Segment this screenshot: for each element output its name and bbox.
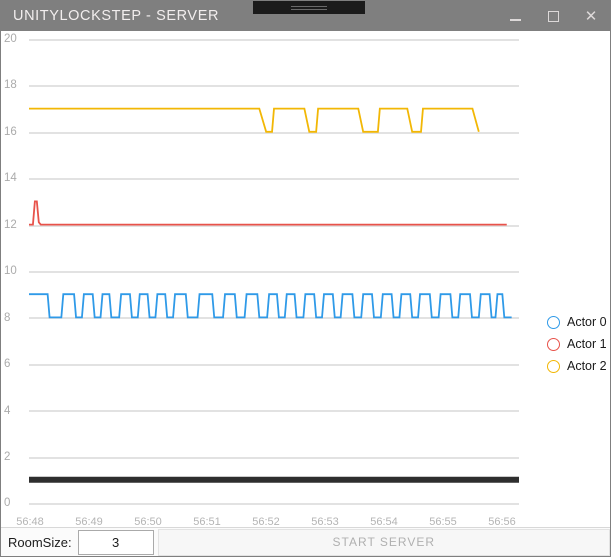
legend-marker-icon (547, 315, 560, 329)
plot-region: 56:48 56:49 56:50 56:51 56:52 56:53 56:5… (16, 39, 519, 535)
roomsize-input[interactable] (77, 529, 154, 555)
minimize-icon (509, 18, 521, 21)
y-axis-tick: 4 (4, 405, 11, 417)
y-axis-tick: 2 (4, 451, 11, 463)
maximize-icon (547, 10, 559, 22)
series-canvas (29, 107, 519, 483)
series-line-actor-0 (29, 293, 512, 319)
legend-marker-icon (547, 337, 560, 351)
legend-item-actor-0[interactable]: Actor 0 (547, 311, 609, 333)
y-axis-tick: 20 (4, 33, 17, 45)
legend-item-actor-1[interactable]: Actor 1 (547, 333, 609, 355)
y-axis-tick: 16 (4, 126, 17, 138)
window-title: UNITYLOCKSTEP - SERVER (13, 8, 220, 24)
roomsize-label: RoomSize: (8, 534, 72, 550)
y-axis-tick: 0 (4, 497, 11, 509)
legend-label: Actor 2 (567, 359, 607, 373)
y-axis-tick: 14 (4, 172, 17, 184)
y-axis-tick: 6 (4, 358, 11, 370)
series-line-actor-2 (29, 107, 480, 133)
legend-item-actor-2[interactable]: Actor 2 (547, 355, 609, 377)
overlay-notch (253, 1, 365, 14)
window-controls: ✕ (496, 1, 610, 31)
server-window: UNITYLOCKSTEP - SERVER ✕ 20 18 16 14 12 … (0, 0, 611, 557)
y-axis-tick: 8 (4, 312, 11, 324)
legend-label: Actor 0 (567, 315, 607, 329)
y-axis-tick: 12 (4, 219, 17, 231)
close-button[interactable]: ✕ (572, 1, 610, 31)
maximize-button[interactable] (534, 1, 572, 31)
bottom-toolbar: RoomSize: START SERVER (1, 527, 610, 556)
legend-marker-icon (547, 359, 560, 373)
gridline (29, 503, 519, 505)
chart-legend: Actor 0 Actor 1 Actor 2 (547, 311, 609, 377)
minimize-button[interactable] (496, 1, 534, 31)
y-axis-tick: 10 (4, 265, 17, 277)
chart-area: 20 18 16 14 12 10 8 6 4 2 0 56:48 56:49 … (1, 31, 610, 535)
notch-line-icon (291, 8, 327, 10)
notch-line-icon (291, 5, 327, 7)
y-axis-tick: 18 (4, 79, 17, 91)
legend-label: Actor 1 (567, 337, 607, 351)
close-icon: ✕ (584, 7, 598, 25)
start-server-button[interactable]: START SERVER (157, 528, 610, 556)
series-line-actor-1 (29, 200, 507, 226)
